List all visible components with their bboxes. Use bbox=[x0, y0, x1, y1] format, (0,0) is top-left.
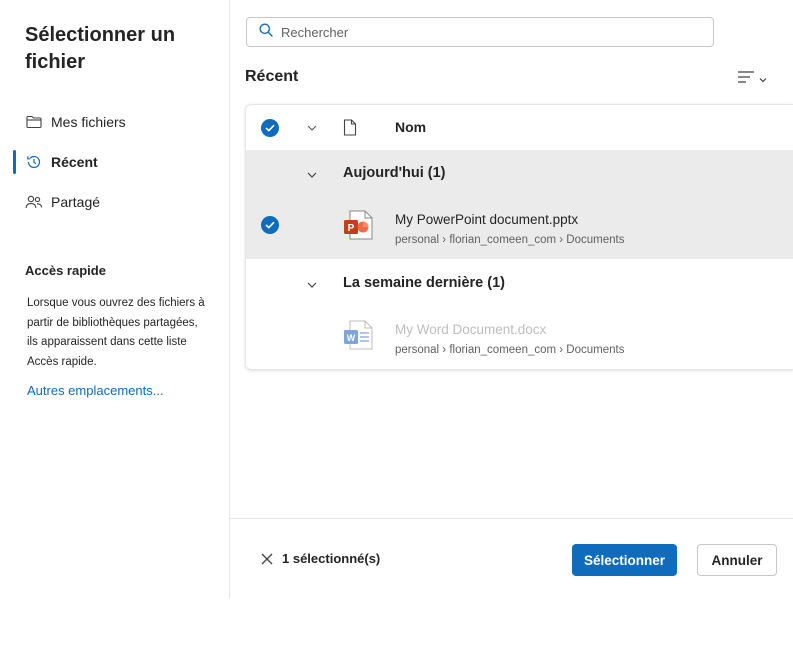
sidebar-item-recent[interactable]: Récent bbox=[13, 148, 213, 176]
svg-text:P: P bbox=[348, 223, 355, 234]
other-locations-link[interactable]: Autres emplacements... bbox=[27, 383, 164, 398]
clock-icon bbox=[25, 153, 43, 171]
folder-icon bbox=[25, 113, 43, 131]
select-button[interactable]: Sélectionner bbox=[572, 544, 677, 576]
search-icon bbox=[259, 23, 273, 42]
page-title: Récent bbox=[245, 68, 299, 85]
group-label: La semaine dernière (1) bbox=[343, 275, 505, 291]
list-header: Nom bbox=[246, 105, 793, 150]
file-name[interactable]: My Word Document.docx bbox=[395, 322, 546, 337]
file-path: personal › florian_comeen_com › Document… bbox=[395, 344, 625, 356]
checkmark-icon bbox=[265, 119, 275, 137]
sidebar-item-label: Partagé bbox=[51, 194, 101, 210]
sort-button[interactable] bbox=[737, 69, 773, 89]
checkmark-icon bbox=[265, 216, 275, 234]
column-header-name[interactable]: Nom bbox=[395, 119, 426, 135]
select-all-checkbox[interactable] bbox=[261, 119, 279, 137]
chevron-down-icon bbox=[307, 165, 317, 183]
close-icon bbox=[260, 552, 274, 566]
file-name[interactable]: My PowerPoint document.pptx bbox=[395, 212, 578, 227]
sidebar: Sélectionner un fichier Mes fichiers Réc… bbox=[0, 0, 230, 598]
sidebar-item-label: Récent bbox=[51, 154, 98, 170]
dialog-title: Sélectionner un fichier bbox=[25, 24, 176, 73]
file-picker-dialog: Sélectionner un fichier Mes fichiers Réc… bbox=[0, 0, 793, 598]
chevron-down-icon bbox=[759, 70, 767, 88]
group-header-last-week[interactable]: La semaine dernière (1) bbox=[246, 260, 793, 308]
group-header-today[interactable]: Aujourd'hui (1) bbox=[246, 150, 793, 198]
sort-lines-icon bbox=[737, 70, 755, 89]
sidebar-item-my-files[interactable]: Mes fichiers bbox=[13, 108, 213, 136]
collapse-all-toggle[interactable] bbox=[306, 121, 318, 133]
document-icon bbox=[343, 119, 357, 141]
word-file-icon: W bbox=[344, 320, 374, 350]
sidebar-item-label: Mes fichiers bbox=[51, 114, 126, 130]
file-list: Nom Aujourd'hui (1) P My PowerPoint docu… bbox=[245, 104, 793, 370]
search-box[interactable] bbox=[246, 17, 714, 47]
file-row[interactable]: P My PowerPoint document.pptx personal ›… bbox=[246, 198, 793, 259]
sidebar-item-shared[interactable]: Partagé bbox=[13, 188, 213, 216]
chevron-down-icon bbox=[307, 275, 317, 293]
dialog-footer: 1 sélectionné(s) Sélectionner Annuler bbox=[230, 518, 793, 598]
selection-count: 1 sélectionné(s) bbox=[282, 551, 381, 566]
quick-access-title: Accès rapide bbox=[25, 263, 106, 278]
group-label: Aujourd'hui (1) bbox=[343, 165, 446, 181]
quick-access-description: Lorsque vous ouvrez des fichiers à parti… bbox=[27, 297, 205, 368]
chevron-down-icon bbox=[307, 118, 317, 136]
cancel-button[interactable]: Annuler bbox=[697, 544, 777, 576]
file-path: personal › florian_comeen_com › Document… bbox=[395, 234, 625, 246]
group-toggle[interactable] bbox=[306, 168, 318, 180]
search-input[interactable] bbox=[281, 24, 701, 40]
people-icon bbox=[25, 193, 43, 211]
powerpoint-file-icon: P bbox=[344, 210, 374, 240]
row-checkbox[interactable] bbox=[261, 216, 279, 234]
group-toggle[interactable] bbox=[306, 278, 318, 290]
file-row[interactable]: W My Word Document.docx personal › flori… bbox=[246, 308, 793, 369]
clear-selection-button[interactable]: 1 sélectionné(s) bbox=[260, 551, 380, 566]
svg-text:W: W bbox=[347, 333, 356, 343]
